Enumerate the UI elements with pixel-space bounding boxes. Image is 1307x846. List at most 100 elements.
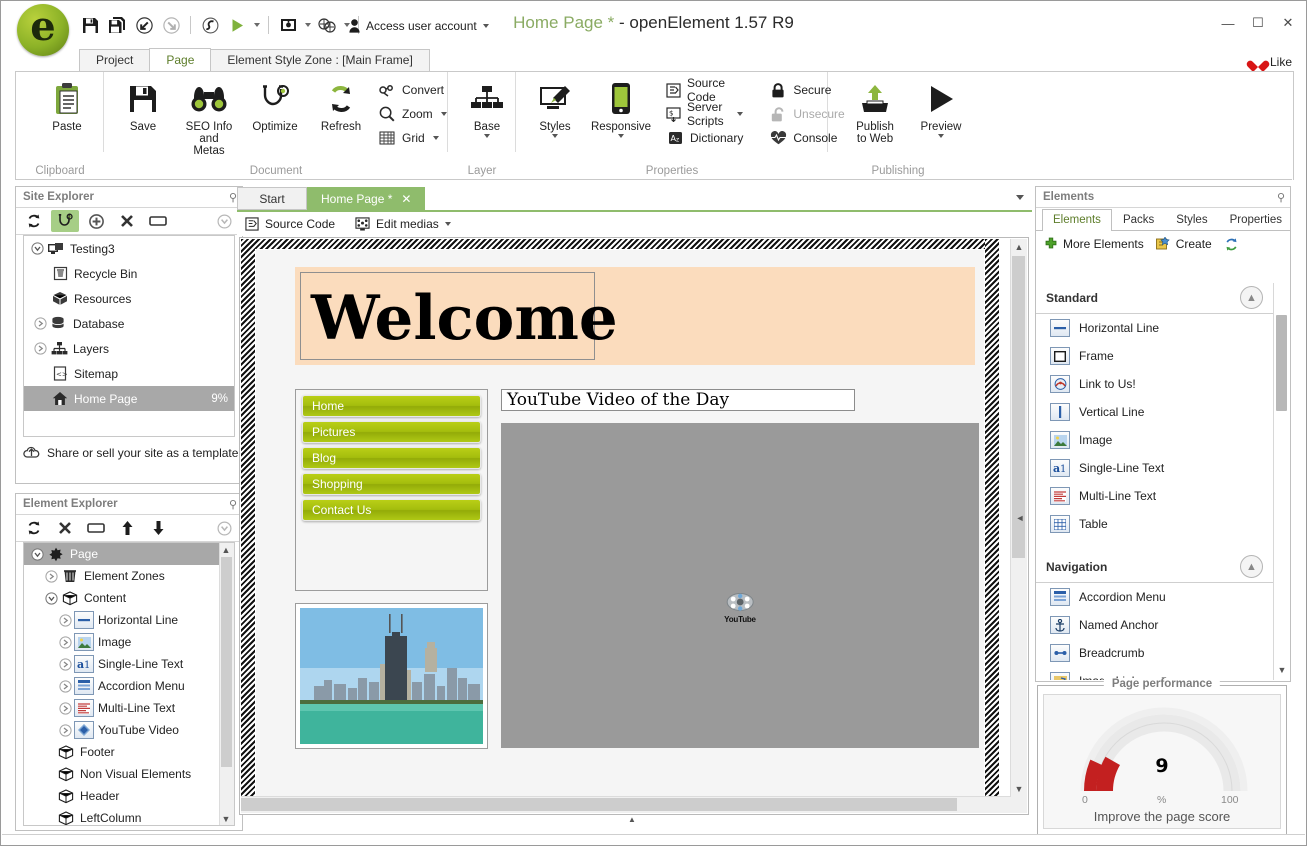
maximize-button[interactable]: ☐ <box>1250 15 1266 31</box>
responsive-button[interactable]: Responsive <box>588 76 654 141</box>
menu-item-contact-us[interactable]: Contact Us <box>302 499 481 521</box>
element-delete-icon[interactable] <box>51 517 79 539</box>
zoom-caret[interactable] <box>440 112 447 116</box>
welcome-banner[interactable]: Welcome <box>295 267 975 365</box>
element-item-multi-line-text[interactable]: Multi-Line Text <box>1036 482 1273 510</box>
save-button[interactable]: Save <box>110 76 176 136</box>
element-move-up-icon[interactable] <box>113 517 141 539</box>
share-template-link[interactable]: Share or sell your site as a template <box>23 445 238 460</box>
site-rename-icon[interactable] <box>144 210 172 232</box>
ribbon-tab-project[interactable]: Project <box>79 49 151 71</box>
site-tree-row-layers[interactable]: Layers <box>24 336 234 361</box>
welcome-text-box[interactable]: Welcome <box>300 272 618 360</box>
seo-info-button[interactable]: SEO Info and Metas <box>176 76 242 160</box>
styles-button[interactable]: Styles <box>522 76 588 141</box>
element-tree-row-content[interactable]: Content <box>24 587 220 609</box>
grid-button[interactable]: Grid <box>378 128 447 148</box>
site-tree-row-recycle-bin[interactable]: Recycle Bin <box>24 261 234 286</box>
tab-properties[interactable]: Properties <box>1219 209 1293 230</box>
preview-button[interactable]: Preview <box>908 76 974 141</box>
server-scripts-caret[interactable] <box>737 112 744 116</box>
element-item-horizontal-line[interactable]: Horizontal Line <box>1036 314 1273 342</box>
element-item-table[interactable]: Table <box>1036 510 1273 538</box>
site-tree-row-home-page[interactable]: Home Page 9% <box>24 386 234 411</box>
skyline-image[interactable] <box>295 603 488 749</box>
element-item-vertical-line[interactable]: Vertical Line <box>1036 398 1273 426</box>
canvas-horizontal-scrollbar[interactable] <box>241 796 1011 813</box>
like-button[interactable]: Like <box>1251 55 1292 69</box>
element-tree-row-header[interactable]: Header <box>24 785 220 807</box>
expander-down-icon[interactable] <box>28 242 46 255</box>
site-refresh-icon[interactable] <box>20 210 48 232</box>
base-layer-button[interactable]: Base <box>454 76 520 141</box>
expander-down-icon[interactable] <box>42 591 60 605</box>
publish-to-web-button[interactable]: Publish to Web <box>842 76 908 148</box>
canvas-hscroll-thumb[interactable] <box>241 798 957 811</box>
expander-right-icon[interactable] <box>56 613 74 627</box>
element-item-frame[interactable]: Frame <box>1036 342 1273 370</box>
element-expand-icon[interactable] <box>210 517 238 539</box>
element-tree-row-single-line-text[interactable]: a1 Single-Line Text <box>24 653 220 675</box>
expander-right-icon[interactable] <box>56 723 74 737</box>
pin-icon[interactable]: ⚲ <box>229 498 237 511</box>
element-tree-row-multi-line-text[interactable]: Multi-Line Text <box>24 697 220 719</box>
site-explorer-tree[interactable]: Testing3 Recycle Bin Resources Database … <box>23 235 235 437</box>
source-code-action[interactable]: Source Code <box>245 217 335 231</box>
element-tree-row-page[interactable]: Page <box>24 543 220 565</box>
element-tree-row-image[interactable]: Image <box>24 631 220 653</box>
tab-packs[interactable]: Packs <box>1112 209 1165 230</box>
expander-right-icon[interactable] <box>31 317 49 330</box>
site-stethoscope-icon[interactable] <box>51 210 79 232</box>
ribbon-tab-page[interactable]: Page <box>149 48 212 71</box>
site-tree-row-sitemap[interactable]: <> Sitemap <box>24 361 234 386</box>
section-header-standard[interactable]: Standard ▲ <box>1036 283 1273 314</box>
element-item-single-line-text[interactable]: a1 Single-Line Text <box>1036 454 1273 482</box>
expander-right-icon[interactable] <box>56 635 74 649</box>
pin-icon[interactable]: ⚲ <box>1277 191 1285 204</box>
youtube-video-player[interactable]: YouTube <box>501 423 979 748</box>
create-button[interactable]: Create <box>1155 237 1212 251</box>
menu-item-shopping[interactable]: Shopping <box>302 473 481 495</box>
collapse-up-icon[interactable]: ▲ <box>1240 555 1263 578</box>
zoom-button[interactable]: Zoom <box>378 104 447 124</box>
refresh-button[interactable]: Refresh <box>308 76 374 136</box>
page-preview[interactable]: Welcome Home Pictures Blog Shopping Cont… <box>256 250 984 802</box>
expander-right-icon[interactable] <box>56 657 74 671</box>
optimize-button[interactable]: Optimize <box>242 76 308 136</box>
element-tree-scrollbar[interactable]: ▲ ▼ <box>219 543 234 825</box>
page-canvas[interactable]: Welcome Home Pictures Blog Shopping Cont… <box>239 237 1029 815</box>
scroll-down-arrow[interactable]: ▼ <box>219 812 233 825</box>
scroll-up-arrow[interactable]: ▲ <box>219 543 233 556</box>
menu-item-blog[interactable]: Blog <box>302 447 481 469</box>
element-item-named-anchor[interactable]: Named Anchor <box>1036 611 1273 639</box>
canvas-scroll-down-arrow[interactable]: ▼ <box>1011 781 1027 797</box>
element-tree-row-leftcolumn[interactable]: LeftColumn <box>24 807 220 825</box>
paste-button[interactable]: Paste <box>34 76 100 136</box>
styles-caret[interactable] <box>552 134 558 138</box>
grid-caret[interactable] <box>432 136 439 140</box>
close-icon[interactable]: ✕ <box>401 192 411 206</box>
site-delete-icon[interactable] <box>113 210 141 232</box>
element-tree-row-youtube-video[interactable]: YouTube Video <box>24 719 220 741</box>
edit-medias-action[interactable]: Edit medias <box>355 217 451 231</box>
convert-button[interactable]: Convert <box>378 80 447 100</box>
element-tree-row-footer[interactable]: Footer <box>24 741 220 763</box>
expander-right-icon[interactable] <box>31 342 49 355</box>
collapse-up-icon[interactable]: ▲ <box>1240 286 1263 309</box>
elements-refresh-button[interactable] <box>1224 237 1239 252</box>
edit-medias-caret[interactable] <box>444 222 451 226</box>
element-tree-row-element-zones[interactable]: Element Zones <box>24 565 220 587</box>
preview-caret[interactable] <box>938 134 944 138</box>
source-code-button[interactable]: Source Code <box>666 76 743 104</box>
responsive-caret[interactable] <box>618 134 624 138</box>
site-tree-row-database[interactable]: Database <box>24 311 234 336</box>
server-scripts-button[interactable]: $ Server Scripts <box>666 100 744 128</box>
elements-scroll-thumb[interactable] <box>1276 315 1287 411</box>
section-header-navigation[interactable]: Navigation ▲ <box>1036 552 1273 583</box>
canvas-scroll-up-arrow[interactable]: ▲ <box>1011 239 1027 255</box>
element-tree-row-accordion-menu[interactable]: Accordion Menu <box>24 675 220 697</box>
more-elements-button[interactable]: More Elements <box>1044 237 1144 251</box>
canvas-splitter-handle[interactable]: ▲ <box>628 815 636 824</box>
close-button[interactable]: ✕ <box>1280 15 1296 31</box>
menu-item-home[interactable]: Home <box>302 395 481 417</box>
